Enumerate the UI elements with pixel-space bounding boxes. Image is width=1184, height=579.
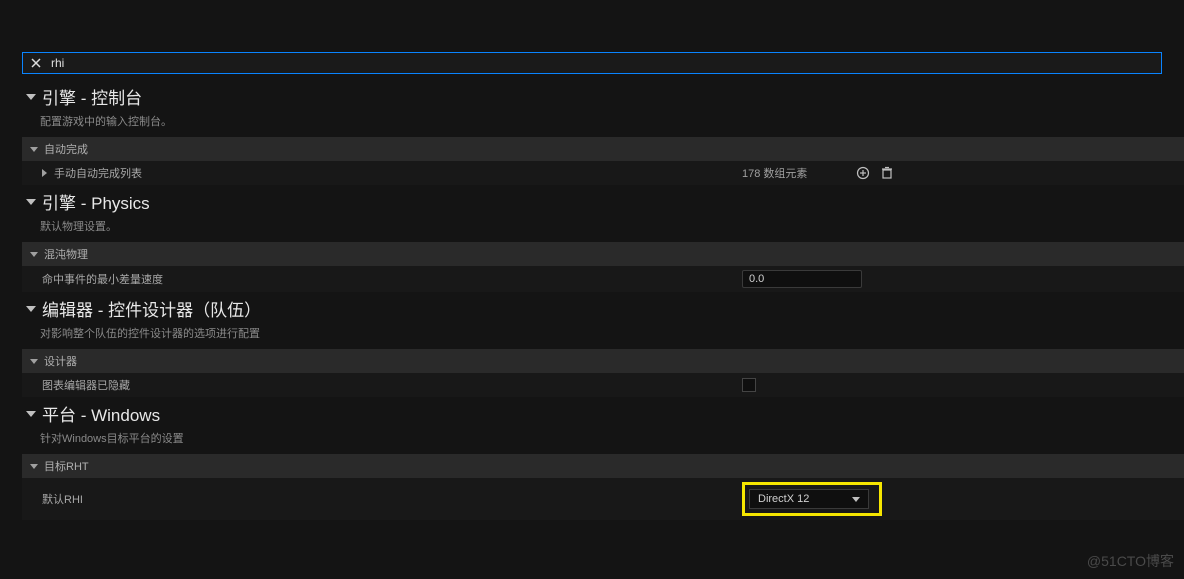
subcategory-label: 自动完成	[44, 141, 88, 157]
add-element-button[interactable]	[855, 165, 871, 181]
property-row-hit-min-delta-velocity: 命中事件的最小差量速度	[22, 266, 1184, 292]
watermark: @51CTO博客	[1087, 551, 1174, 571]
search-input[interactable]	[51, 56, 1155, 70]
category-desc: 对影响整个队伍的控件设计器的选项进行配置	[22, 323, 1184, 349]
property-row-manual-autocomplete-list: 手动自动完成列表 178 数组元素	[22, 161, 1184, 185]
property-row-graph-editor-hidden: 图表编辑器已隐藏	[22, 373, 1184, 397]
property-label: 默认RHI	[42, 491, 83, 507]
checkbox-input[interactable]	[742, 378, 756, 392]
category-title: 平台 - Windows	[42, 401, 160, 426]
subcategory-designer[interactable]: 设计器	[22, 349, 1184, 373]
chevron-down-icon	[852, 497, 860, 502]
subcategory-label: 目标RHT	[44, 458, 89, 474]
expand-icon[interactable]	[26, 411, 36, 417]
array-count: 178 数组元素	[742, 165, 807, 181]
category-editor-widget-designer[interactable]: 编辑器 - 控件设计器（队伍）	[22, 292, 1184, 323]
category-platform-windows[interactable]: 平台 - Windows	[22, 397, 1184, 428]
highlight-annotation: DirectX 12	[742, 482, 882, 516]
clear-array-button[interactable]	[879, 165, 895, 181]
category-desc: 配置游戏中的输入控制台。	[22, 111, 1184, 137]
category-title: 引擎 - Physics	[42, 189, 150, 214]
category-title: 引擎 - 控制台	[42, 84, 142, 109]
category-desc: 默认物理设置。	[22, 216, 1184, 242]
expand-icon[interactable]	[30, 359, 38, 364]
subcategory-target-rht[interactable]: 目标RHT	[22, 454, 1184, 478]
property-label: 手动自动完成列表	[54, 165, 142, 181]
subcategory-autocomplete[interactable]: 自动完成	[22, 137, 1184, 161]
clear-search-button[interactable]	[29, 56, 43, 70]
expand-icon[interactable]	[30, 252, 38, 257]
expand-icon[interactable]	[42, 169, 47, 177]
subcategory-label: 设计器	[44, 353, 77, 369]
category-title: 编辑器 - 控件设计器（队伍）	[42, 296, 261, 321]
expand-icon[interactable]	[26, 94, 36, 100]
expand-icon[interactable]	[26, 306, 36, 312]
dropdown-value: DirectX 12	[758, 493, 809, 505]
property-row-default-rhi: 默认RHI DirectX 12	[22, 478, 1184, 520]
subcategory-label: 混沌物理	[44, 246, 88, 262]
property-label: 图表编辑器已隐藏	[42, 377, 130, 393]
property-label: 命中事件的最小差量速度	[42, 271, 163, 287]
category-desc: 针对Windows目标平台的设置	[22, 428, 1184, 454]
category-engine-physics[interactable]: 引擎 - Physics	[22, 185, 1184, 216]
expand-icon[interactable]	[26, 199, 36, 205]
expand-icon[interactable]	[30, 464, 38, 469]
subcategory-chaos-physics[interactable]: 混沌物理	[22, 242, 1184, 266]
search-bar	[22, 52, 1162, 74]
numeric-input[interactable]	[742, 270, 862, 288]
expand-icon[interactable]	[30, 147, 38, 152]
default-rhi-dropdown[interactable]: DirectX 12	[749, 489, 869, 509]
category-engine-console[interactable]: 引擎 - 控制台	[22, 80, 1184, 111]
